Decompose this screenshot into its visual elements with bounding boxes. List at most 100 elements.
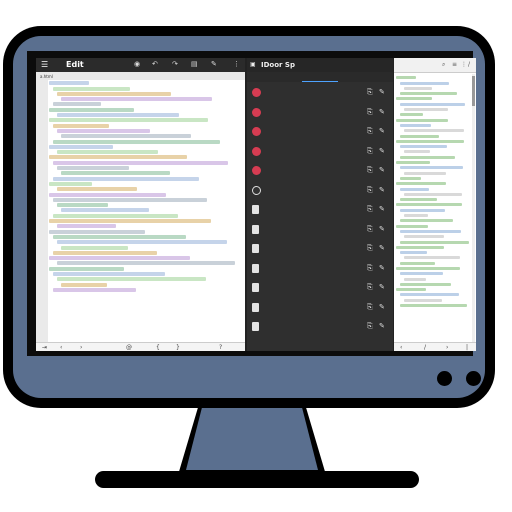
file-list: ⎘ ✎ ⎘ ✎ ⎘ ✎ ⎘ ✎ ⎘ ✎ ⎘ ✎ ⎘ ✎ ⎘ ✎ ⎘ ✎ ⎘ ✎ ⎘ ✎ ⎘ ✎ ⎘ ✎ (247, 84, 393, 339)
symbol-key-icon[interactable]: ‹ (60, 344, 62, 351)
symbol-key-icon[interactable]: { (156, 344, 160, 351)
folder-red-icon (252, 127, 261, 136)
code-line (57, 224, 116, 229)
file-icon (252, 302, 259, 312)
folder-red-icon (252, 88, 261, 97)
preview-content[interactable] (396, 74, 474, 344)
open-icon[interactable]: ⎘ (367, 322, 373, 331)
code-line (49, 192, 166, 197)
preview-toolbar: ⌕ ≡ ⋮ / (394, 58, 476, 73)
edit-icon[interactable]: ✎ (379, 264, 385, 272)
folder-red-icon (252, 146, 261, 156)
open-icon[interactable]: ⎘ (367, 264, 373, 273)
open-icon[interactable]: ⎘ (367, 186, 373, 195)
tab-key-icon[interactable]: ⇥ (42, 344, 47, 351)
symbol-key-icon[interactable]: ‹ (400, 344, 402, 351)
preview-line (396, 161, 430, 165)
list-icon[interactable]: ≡ (452, 61, 457, 68)
list-item[interactable]: ⎘ ✎ (247, 143, 393, 162)
list-item[interactable]: ⎘ ✎ (247, 182, 393, 201)
code-line (53, 139, 220, 144)
list-item[interactable]: ⎘ ✎ (247, 123, 393, 142)
edit-icon[interactable]: ✎ (379, 186, 385, 194)
edit-icon[interactable]: ✎ (379, 303, 385, 311)
open-icon[interactable]: ⎘ (367, 147, 373, 156)
edit-icon[interactable]: ✎ (379, 127, 385, 135)
code-line (49, 144, 113, 149)
open-icon[interactable]: ⎘ (367, 283, 373, 292)
preview-line (396, 76, 416, 80)
open-icon[interactable]: ⎘ (367, 108, 373, 117)
edit-icon[interactable]: ✎ (379, 322, 385, 330)
scrollbar-thumb[interactable] (472, 76, 475, 106)
undo-icon[interactable]: ↶ (152, 60, 158, 68)
symbol-key-icon[interactable]: / (424, 344, 426, 351)
more-vert-icon[interactable]: ⋮ (461, 61, 467, 68)
preview-line (396, 288, 426, 292)
edit-icon[interactable]: / (468, 61, 470, 68)
list-item[interactable]: ⎘ ✎ (247, 104, 393, 123)
edit-icon[interactable]: ✎ (379, 166, 385, 174)
list-item[interactable]: ⎘ ✎ (247, 299, 393, 318)
code-line (53, 287, 136, 292)
code-area[interactable] (49, 80, 245, 342)
preview-line (400, 113, 423, 117)
open-icon[interactable]: ⎘ (367, 166, 373, 175)
list-item[interactable]: ⎘ ✎ (247, 240, 393, 259)
preview-line (400, 251, 427, 255)
preview-line (400, 81, 449, 85)
symbol-key-icon[interactable]: | (466, 344, 468, 351)
edit-icon[interactable]: ✎ (379, 244, 385, 252)
list-item[interactable]: ⎘ ✎ (247, 221, 393, 240)
open-icon[interactable]: ⎘ (367, 127, 373, 136)
code-line (57, 150, 158, 155)
edit-icon[interactable]: ✎ (379, 88, 385, 96)
list-item[interactable]: ⎘ ✎ (247, 201, 393, 220)
list-item[interactable]: ⎘ ✎ (247, 279, 393, 298)
more-vert-icon[interactable]: ⋮ (233, 60, 240, 68)
edit-icon[interactable]: ✎ (379, 108, 385, 116)
code-line (61, 171, 170, 176)
menu-icon[interactable]: ☰ (41, 60, 48, 69)
symbol-key-icon[interactable]: ? (219, 344, 222, 351)
list-item[interactable]: ⎘ ✎ (247, 318, 393, 337)
compass-icon[interactable]: ◉ (134, 60, 140, 68)
file-tab[interactable]: a.html (40, 74, 53, 79)
list-item[interactable]: ⎘ ✎ (247, 84, 393, 103)
scrollbar-track[interactable] (472, 74, 475, 344)
edit-icon[interactable]: ✎ (211, 60, 217, 68)
preview-line (400, 123, 431, 127)
power-button[interactable] (437, 371, 452, 386)
symbol-key-icon[interactable]: › (80, 344, 82, 351)
code-line (49, 219, 211, 224)
edit-icon[interactable]: ✎ (379, 225, 385, 233)
search-icon[interactable]: ⌕ (442, 61, 445, 69)
list-item[interactable]: ⎘ ✎ (247, 260, 393, 279)
preview-line (404, 129, 464, 133)
symbol-key-icon[interactable]: } (176, 344, 180, 351)
indicator-light (466, 371, 481, 386)
redo-icon[interactable]: ↷ (172, 60, 178, 68)
open-icon[interactable]: ⎘ (367, 225, 373, 234)
code-line (53, 213, 178, 218)
edit-icon[interactable]: ✎ (379, 147, 385, 155)
preview-line (404, 171, 446, 175)
code-line (61, 282, 107, 287)
open-icon[interactable]: ⎘ (367, 88, 373, 97)
preview-line (404, 235, 444, 239)
list-item[interactable]: ⎘ ✎ (247, 162, 393, 181)
save-icon[interactable]: ▤ (191, 60, 198, 68)
symbol-key-icon[interactable]: › (446, 344, 448, 351)
code-line (61, 97, 212, 102)
symbol-key-icon[interactable]: @ (126, 344, 132, 351)
preview-line (404, 192, 462, 196)
open-icon[interactable]: ⎘ (367, 303, 373, 312)
open-icon[interactable]: ⎘ (367, 244, 373, 253)
code-line (53, 102, 101, 107)
edit-icon[interactable]: ✎ (379, 205, 385, 213)
edit-icon[interactable]: ✎ (379, 283, 385, 291)
code-line (61, 245, 128, 250)
code-line (53, 234, 186, 239)
code-line (57, 113, 179, 118)
open-icon[interactable]: ⎘ (367, 205, 373, 214)
